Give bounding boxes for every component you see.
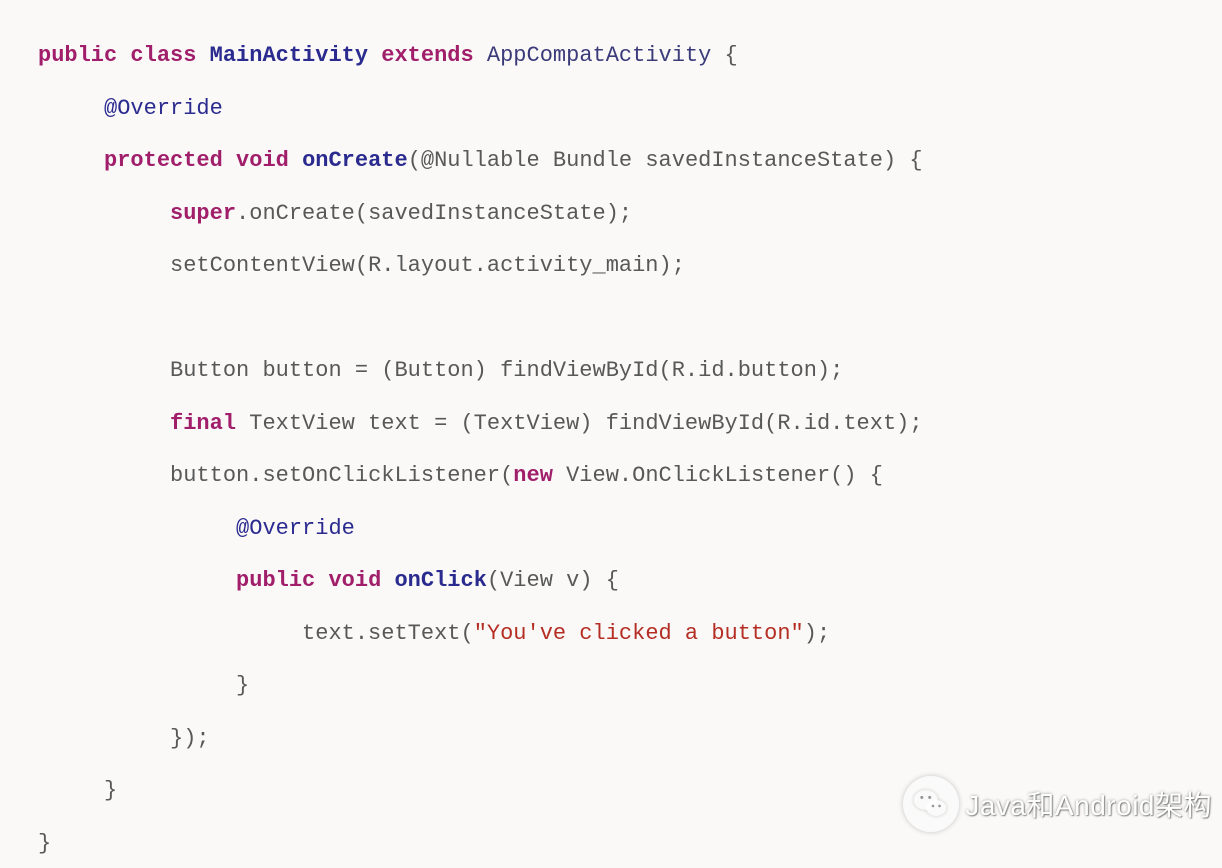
- code-token: @Override: [236, 516, 355, 541]
- code-token: {: [909, 148, 922, 173]
- code-token: (: [408, 148, 421, 173]
- code-line: public class MainActivity extends AppCom…: [38, 30, 1192, 83]
- code-token: [289, 148, 302, 173]
- code-token: onCreate: [302, 148, 408, 173]
- code-line: Button button = (Button) findViewById(R.…: [38, 345, 1192, 398]
- code-line: @Override: [38, 83, 1192, 136]
- code-token: void: [236, 148, 289, 173]
- code-token: @Override: [104, 96, 223, 121]
- code-token: [117, 43, 130, 68]
- code-line: public void onClick(View v) {: [38, 555, 1192, 608]
- code-line: }: [38, 660, 1192, 713]
- code-line: }: [38, 765, 1192, 818]
- code-line: super.onCreate(savedInstanceState);: [38, 188, 1192, 241]
- code-token: [381, 568, 394, 593]
- code-token: {: [606, 568, 619, 593]
- code-line: }: [38, 818, 1192, 868]
- code-token: .onCreate(savedInstanceState);: [236, 201, 632, 226]
- code-line: });: [38, 713, 1192, 766]
- code-line: @Override: [38, 503, 1192, 556]
- code-token: extends: [381, 43, 473, 68]
- code-token: ): [579, 568, 592, 593]
- code-token: View v: [500, 568, 579, 593]
- code-token: {: [870, 463, 883, 488]
- code-token: [196, 43, 209, 68]
- code-token: [474, 43, 487, 68]
- code-token: class: [130, 43, 196, 68]
- code-token: Button button = (Button) findViewById(R.…: [170, 358, 843, 383]
- code-snippet-page: public class MainActivity extends AppCom…: [0, 0, 1222, 868]
- code-token: AppCompatActivity: [487, 43, 711, 68]
- code-token: setContentView(R.layout.activity_main);: [170, 253, 685, 278]
- code-token: [368, 43, 381, 68]
- code-token: button.setOnClickListener(: [170, 463, 513, 488]
- code-token: }: [104, 778, 117, 803]
- code-token: });: [170, 726, 210, 751]
- code-token: MainActivity: [210, 43, 368, 68]
- code-token: }: [236, 673, 249, 698]
- code-token: final: [170, 411, 236, 436]
- code-token: [711, 43, 724, 68]
- code-token: {: [725, 43, 738, 68]
- code-line: [38, 293, 1192, 346]
- code-token: TextView text = (TextView) findViewById(…: [236, 411, 923, 436]
- code-token: super: [170, 201, 236, 226]
- code-token: );: [804, 621, 830, 646]
- code-token: Bundle savedInstanceState: [540, 148, 883, 173]
- code-line: text.setText("You've clicked a button");: [38, 608, 1192, 661]
- code-token: [223, 148, 236, 173]
- code-token: (: [487, 568, 500, 593]
- code-line: button.setOnClickListener(new View.OnCli…: [38, 450, 1192, 503]
- code-token: [315, 568, 328, 593]
- code-line: setContentView(R.layout.activity_main);: [38, 240, 1192, 293]
- code-token: [896, 148, 909, 173]
- code-token: @Nullable: [421, 148, 540, 173]
- code-block: public class MainActivity extends AppCom…: [0, 0, 1222, 868]
- code-token: protected: [104, 148, 223, 173]
- code-token: void: [328, 568, 381, 593]
- code-token: ): [883, 148, 896, 173]
- code-token: public: [38, 43, 117, 68]
- code-token: }: [38, 831, 51, 856]
- code-line: protected void onCreate(@Nullable Bundle…: [38, 135, 1192, 188]
- code-token: text.setText(: [302, 621, 474, 646]
- code-token: "You've clicked a button": [474, 621, 804, 646]
- code-token: View.OnClickListener(): [553, 463, 870, 488]
- code-token: onClick: [394, 568, 486, 593]
- code-token: public: [236, 568, 315, 593]
- code-line: final TextView text = (TextView) findVie…: [38, 398, 1192, 451]
- code-token: [593, 568, 606, 593]
- code-token: new: [513, 463, 553, 488]
